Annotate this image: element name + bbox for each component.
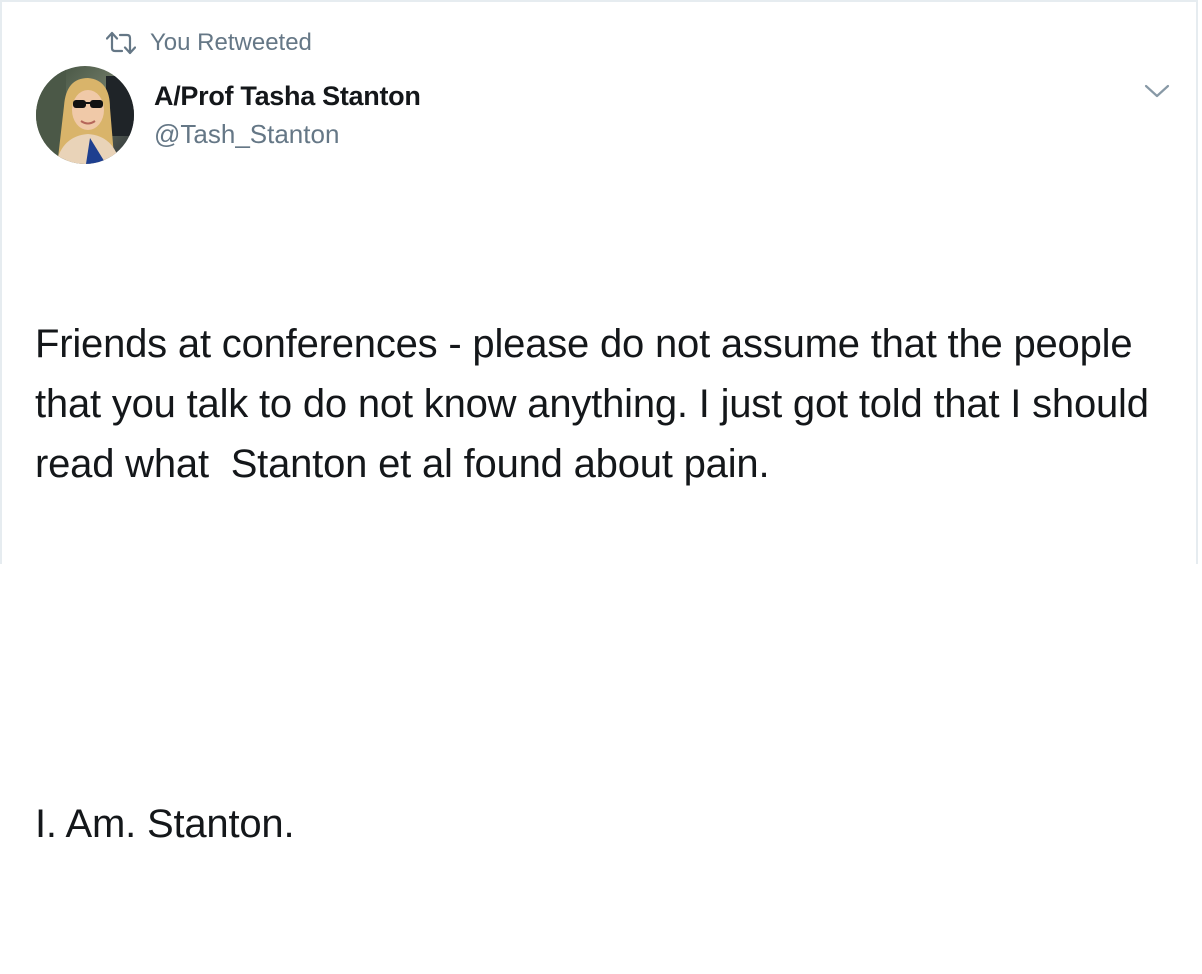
tweet-text: Friends at conferences - please do not a… xyxy=(35,194,1175,974)
retweet-context: You Retweeted xyxy=(105,28,312,58)
retweet-icon xyxy=(105,31,137,55)
author-info[interactable]: A/Prof Tasha Stanton @Tash_Stanton xyxy=(154,78,421,152)
tweet-paragraph: I. Am. Stanton. xyxy=(35,802,295,846)
author-display-name[interactable]: A/Prof Tasha Stanton xyxy=(154,78,421,114)
tweet-paragraph: Friends at conferences - please do not a… xyxy=(35,322,1160,486)
avatar[interactable] xyxy=(36,66,134,164)
retweet-label: You Retweeted xyxy=(150,29,312,56)
author-handle[interactable]: @Tash_Stanton xyxy=(154,116,421,152)
chevron-down-icon[interactable] xyxy=(1142,80,1172,104)
tweet-card[interactable]: You Retweeted A/Prof Tasha Stanton @Tash… xyxy=(0,0,1198,846)
